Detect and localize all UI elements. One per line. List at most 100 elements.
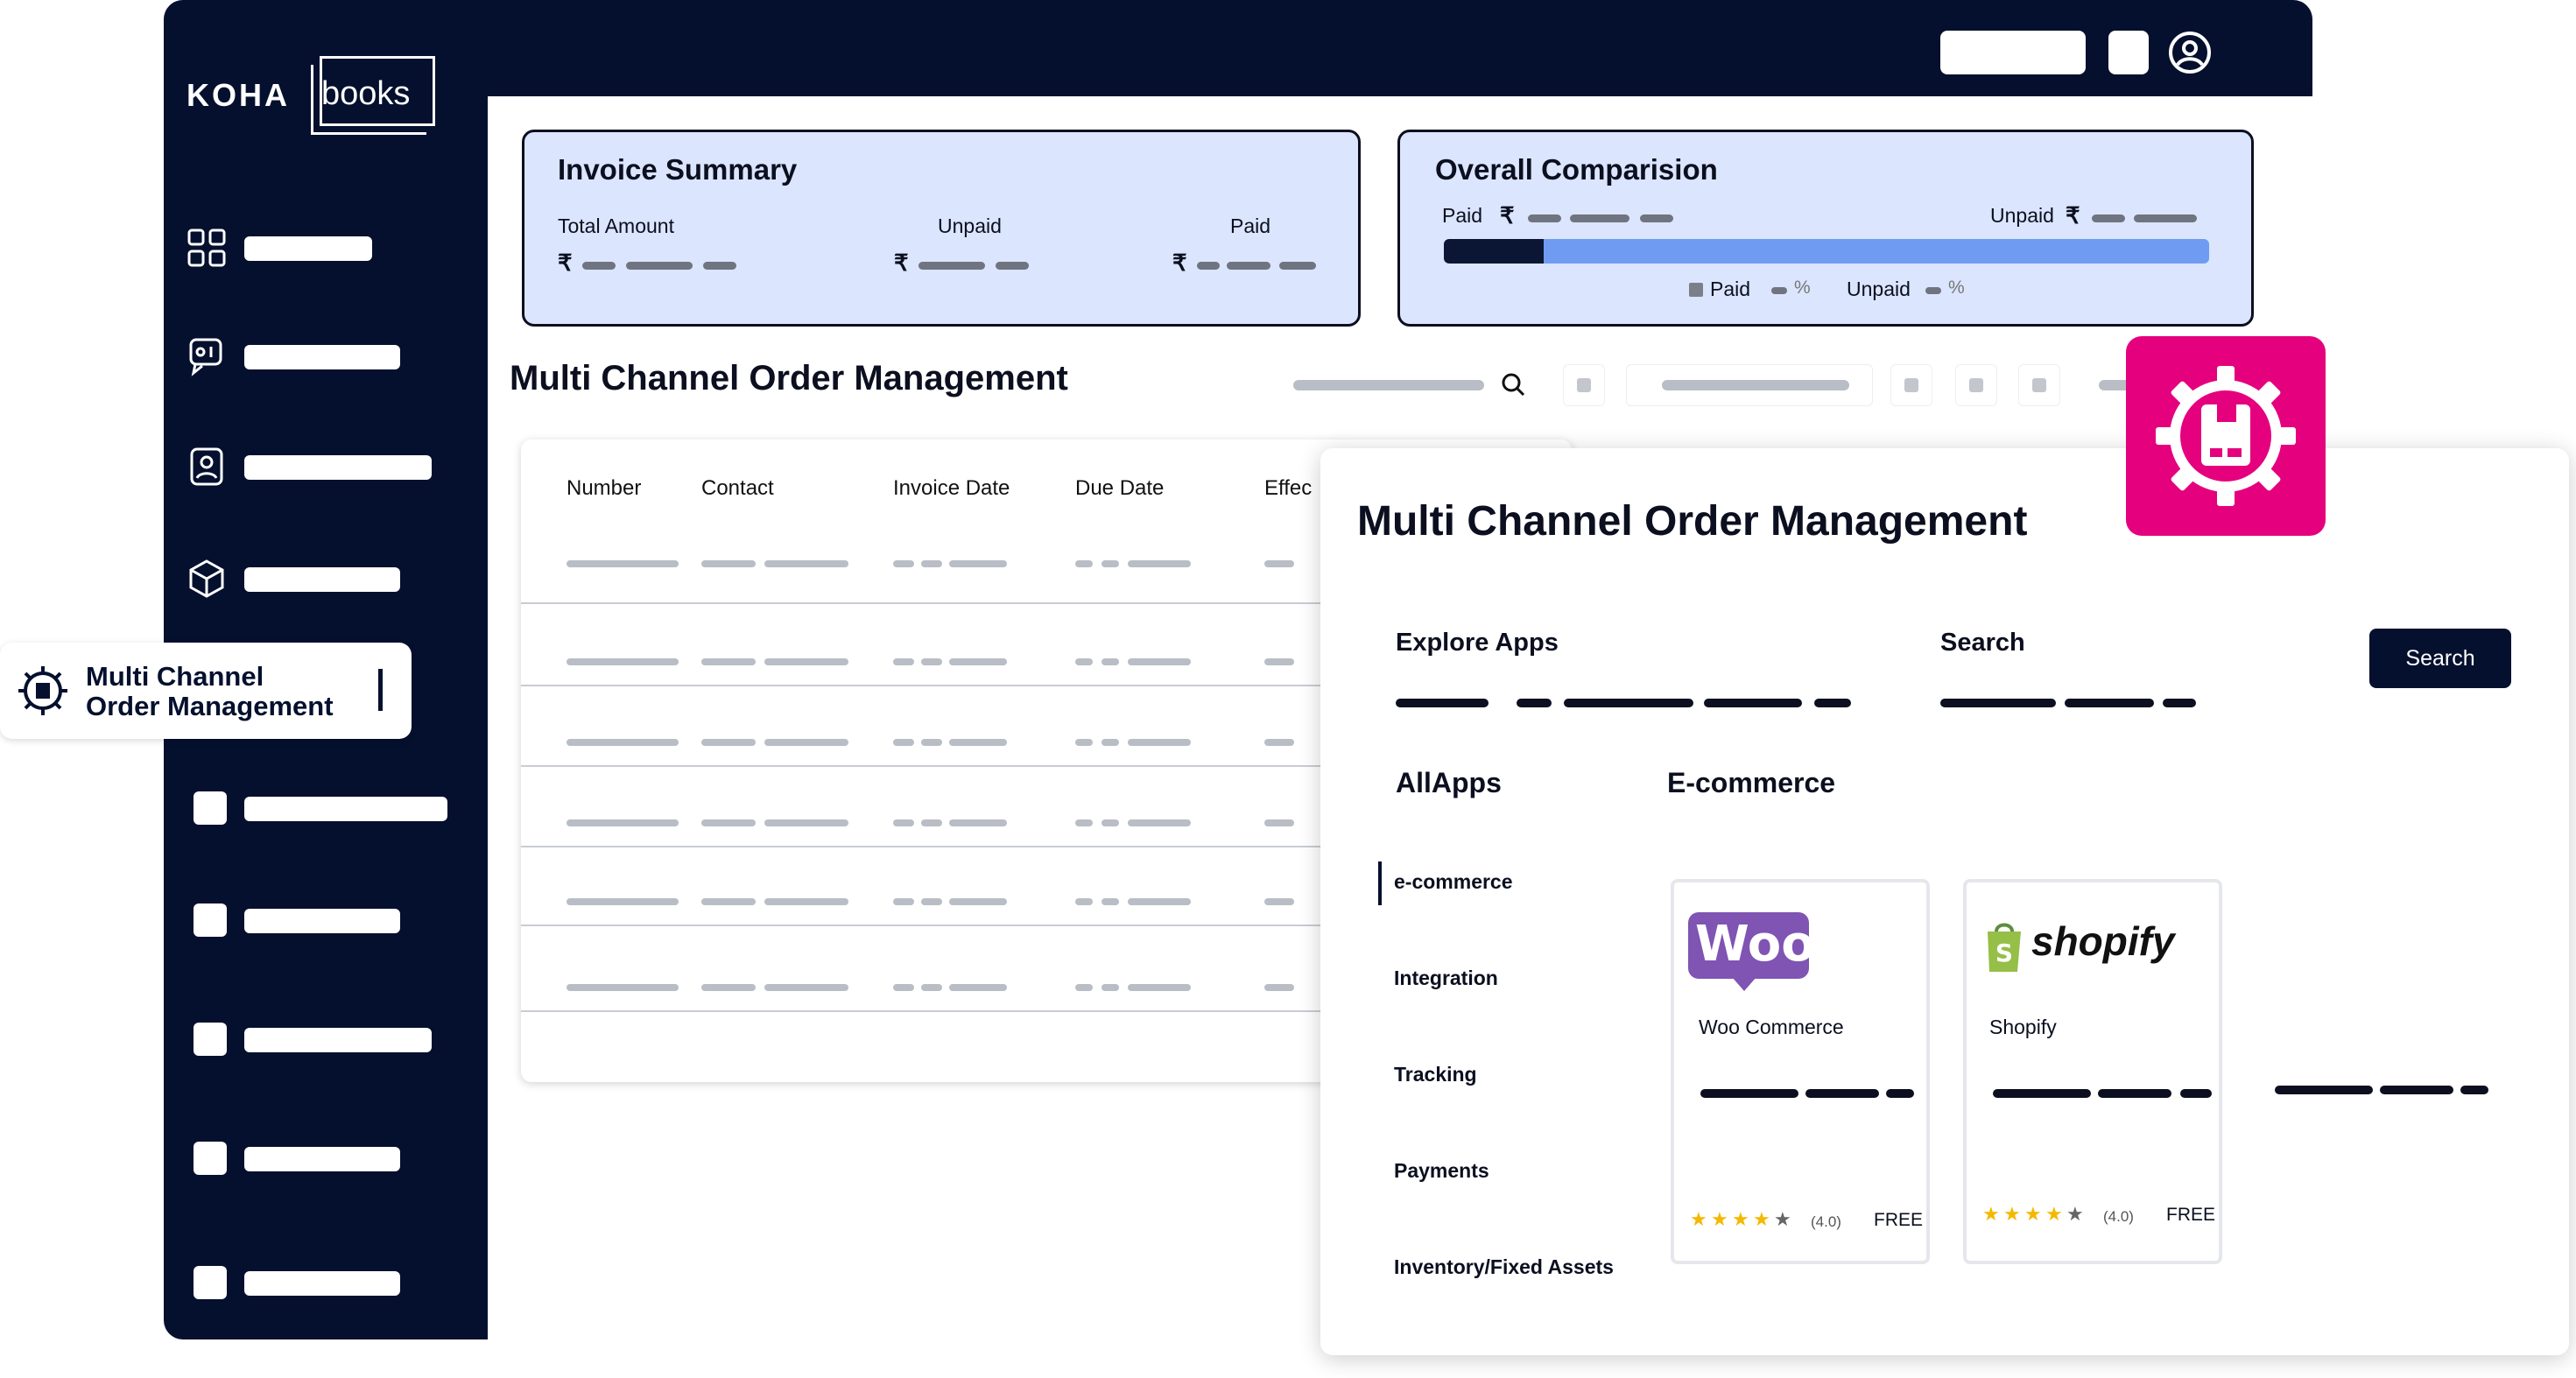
cell-placeholder — [1075, 898, 1093, 905]
cell-placeholder — [701, 898, 756, 905]
paid-label: Paid — [1230, 214, 1271, 237]
box-icon — [189, 559, 224, 598]
logo-text-left: KOHA — [187, 77, 290, 113]
page-title: Multi Channel Order Management — [510, 359, 1068, 397]
cell-placeholder — [893, 739, 914, 746]
shopify-bag-icon: S — [1988, 923, 2021, 972]
search-icon[interactable] — [1500, 371, 1526, 397]
svg-text:S: S — [1995, 939, 2013, 967]
star-empty-icon: ★ — [1774, 1208, 1791, 1230]
sidebar-item-placeholder[interactable] — [244, 1271, 400, 1296]
category-inventory[interactable]: Inventory/Fixed Assets — [1394, 1255, 1614, 1279]
paid-label: Paid — [1442, 204, 1483, 227]
currency-symbol: ₹ — [2066, 202, 2080, 228]
modal-title: Multi Channel Order Management — [1357, 498, 2028, 545]
category-payments[interactable]: Payments — [1394, 1159, 1489, 1183]
sidebar-item-placeholder[interactable] — [244, 797, 447, 821]
cell-placeholder — [893, 898, 914, 905]
search-label: Search — [1940, 629, 2025, 657]
explore-apps-label: Explore Apps — [1396, 629, 1559, 657]
invoice-summary-card: Invoice Summary Total Amount Unpaid Paid… — [522, 130, 1361, 327]
grid-icon — [187, 228, 226, 267]
cell-placeholder — [1075, 739, 1093, 746]
star-icon: ★ — [1732, 1208, 1749, 1230]
currency-symbol: ₹ — [558, 250, 573, 276]
card-title: Invoice Summary — [558, 153, 798, 186]
overall-comparison-card: Overall Comparision Paid ₹ Unpaid ₹ Paid… — [1397, 130, 2254, 327]
square-icon — [194, 791, 227, 825]
cell-placeholder — [764, 898, 848, 905]
cell-placeholder — [1264, 560, 1294, 567]
unpaid-label: Unpaid — [938, 214, 1002, 237]
cell-placeholder — [701, 819, 756, 826]
cell-placeholder — [764, 739, 848, 746]
cell-placeholder — [1128, 819, 1191, 826]
app-card-woocommerce[interactable]: Woo Woo Commerce ★ ★ ★ ★ ★ (4.0) FREE — [1671, 879, 1930, 1264]
chat-settings-icon — [189, 338, 222, 376]
square-icon — [194, 1266, 227, 1299]
topbar-button[interactable] — [1940, 31, 2086, 74]
section-title: E-commerce — [1667, 767, 1836, 798]
sidebar-item-inventory[interactable] — [187, 557, 467, 601]
square-icon — [194, 1142, 227, 1175]
app-name: Woo Commerce — [1699, 1016, 1844, 1038]
cell-placeholder — [1101, 658, 1119, 665]
app-badge — [2126, 336, 2326, 536]
sidebar-item-contacts[interactable] — [187, 445, 467, 489]
column-header[interactable]: Effec — [1264, 476, 1312, 501]
user-circle-icon[interactable] — [2167, 30, 2213, 75]
topbar-small-button[interactable] — [2108, 31, 2149, 74]
cell-placeholder — [1075, 658, 1093, 665]
toolbar-button[interactable] — [1563, 364, 1605, 406]
toolbar-button[interactable] — [1955, 364, 1997, 406]
cell-placeholder — [893, 658, 914, 665]
cell-placeholder — [567, 898, 679, 905]
sidebar-item-dashboard[interactable] — [187, 226, 467, 270]
legend-unpaid: Unpaid — [1847, 278, 1911, 300]
cell-placeholder — [1101, 819, 1119, 826]
percent-sign: % — [1794, 278, 1811, 298]
cell-placeholder — [1101, 984, 1119, 991]
category-integration[interactable]: Integration — [1394, 967, 1498, 990]
column-header[interactable]: Contact — [701, 476, 774, 501]
currency-symbol: ₹ — [1172, 250, 1187, 276]
column-header[interactable]: Invoice Date — [893, 476, 1010, 501]
cell-placeholder — [764, 658, 848, 665]
cell-placeholder — [893, 984, 914, 991]
toolbar-button[interactable] — [1890, 364, 1932, 406]
star-icon: ★ — [2024, 1203, 2042, 1225]
cell-placeholder — [701, 658, 756, 665]
contact-icon — [190, 447, 223, 486]
search-field-placeholder[interactable] — [1293, 380, 1484, 390]
label-line: Order Management — [86, 691, 334, 721]
cell-placeholder — [949, 560, 1007, 567]
column-header[interactable]: Number — [567, 476, 641, 501]
app-card-shopify[interactable]: S shopify Shopify ★ ★ ★ ★ ★ (4.0) FREE — [1963, 879, 2222, 1264]
cell-placeholder — [567, 560, 679, 567]
category-ecommerce[interactable]: e-commerce — [1394, 870, 1513, 894]
app-price: FREE — [2166, 1205, 2216, 1225]
toolbar-button[interactable] — [2018, 364, 2060, 406]
unpaid-progress-fill — [1544, 239, 2209, 264]
sidebar-item-placeholder[interactable] — [244, 909, 400, 933]
sidebar-item-chat[interactable] — [187, 334, 467, 378]
column-header[interactable]: Due Date — [1075, 476, 1164, 501]
cell-placeholder — [1264, 658, 1294, 665]
cell-placeholder — [949, 898, 1007, 905]
cell-placeholder — [1101, 560, 1119, 567]
toolbar-filter[interactable] — [1626, 364, 1873, 406]
cell-placeholder — [567, 658, 679, 665]
square-icon — [194, 1023, 227, 1056]
sidebar-item-multi-channel[interactable]: Multi Channel Order Management — [0, 643, 412, 739]
cell-placeholder — [921, 560, 942, 567]
sidebar-item-placeholder[interactable] — [244, 1147, 400, 1171]
search-input[interactable] — [1940, 699, 2056, 707]
active-category-indicator — [1378, 861, 1382, 905]
category-tracking[interactable]: Tracking — [1394, 1063, 1477, 1086]
search-button[interactable]: Search — [2369, 629, 2511, 688]
cell-placeholder — [1101, 739, 1119, 746]
cell-placeholder — [949, 658, 1007, 665]
sidebar-item-placeholder[interactable] — [244, 1028, 432, 1052]
cell-placeholder — [921, 658, 942, 665]
logo-text: shopify — [2031, 918, 2175, 964]
